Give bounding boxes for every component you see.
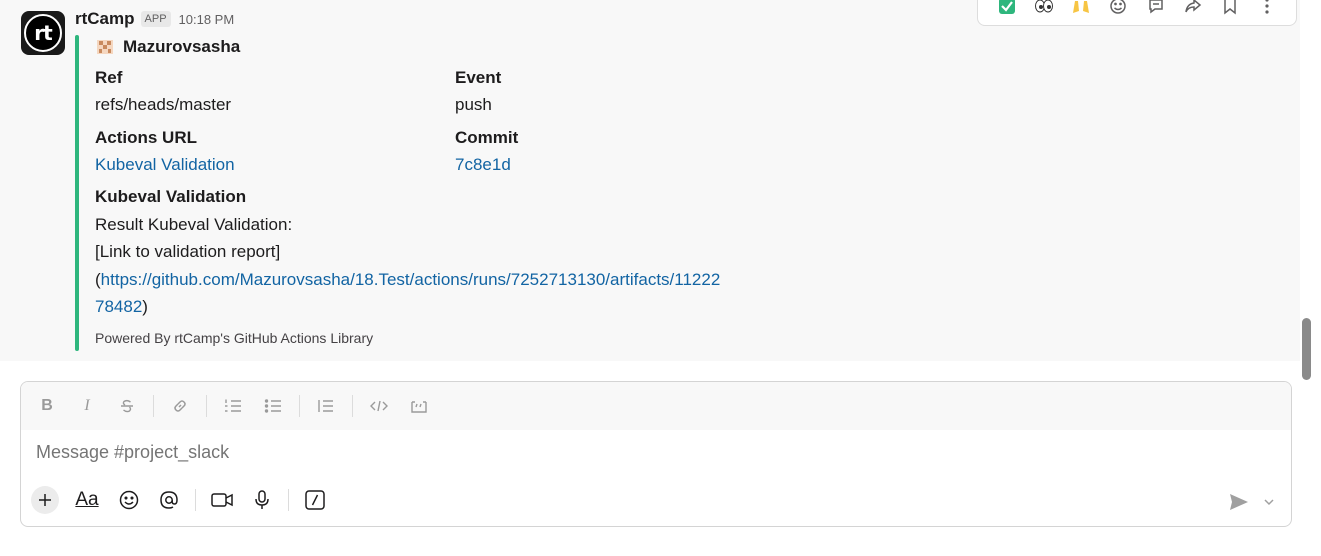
toolbar-divider [206, 395, 207, 417]
field-ref: Ref refs/heads/master [95, 64, 445, 118]
message-list: rt rtCamp APP 10:18 PM Mazurovsasha Ref … [0, 0, 1300, 361]
field-value: refs/heads/master [95, 95, 232, 114]
composer-actions: Aa [31, 486, 341, 514]
attachment-footer: Powered By rtCamp's GitHub Actions Libra… [95, 330, 374, 346]
link-icon[interactable] [166, 392, 194, 420]
report-url-link-cont[interactable]: 78482 [95, 297, 142, 316]
attachment-author: Mazurovsasha [95, 35, 835, 59]
toolbar-divider [153, 395, 154, 417]
field-event: Event push [455, 64, 805, 118]
formatting-toolbar: B I [21, 382, 1291, 430]
bold-icon[interactable]: B [33, 392, 61, 420]
field-value: push [455, 95, 492, 114]
field-label: Event [455, 68, 502, 87]
plus-icon[interactable] [31, 486, 59, 514]
code-icon[interactable] [365, 392, 393, 420]
bookmark-icon[interactable] [1214, 0, 1246, 22]
check-mark-emoji-icon[interactable] [991, 0, 1023, 22]
more-actions-icon[interactable] [1251, 0, 1283, 22]
forward-icon[interactable] [1177, 0, 1209, 22]
text-format-icon[interactable]: Aa [71, 486, 103, 514]
report-url-line: 78482) [95, 293, 835, 321]
attachment: Mazurovsasha Ref refs/heads/master Event… [95, 35, 835, 346]
mention-icon[interactable] [155, 486, 183, 514]
blockquote-icon[interactable] [312, 392, 340, 420]
raised-hands-emoji-icon[interactable] [1065, 0, 1097, 22]
commit-link[interactable]: 7c8e1d [455, 151, 805, 178]
eyes-emoji-icon[interactable] [1028, 0, 1060, 22]
section-title: Kubeval Validation [95, 187, 247, 206]
emoji-icon[interactable] [115, 486, 143, 514]
microphone-icon[interactable] [248, 486, 276, 514]
italic-icon[interactable]: I [73, 392, 101, 420]
author-avatar-icon [95, 37, 115, 57]
toolbar-divider [288, 489, 289, 511]
send-icon[interactable] [1227, 490, 1251, 514]
scrollbar-thumb[interactable] [1302, 318, 1311, 380]
field-actions-url: Actions URL Kubeval Validation [95, 124, 445, 178]
message-composer: B I Aa [20, 381, 1292, 527]
attachment-section: Kubeval Validation Result Kubeval Valida… [95, 183, 835, 321]
avatar-logo: rt [24, 14, 62, 52]
section-text: [Link to validation report] [95, 242, 281, 261]
sender-name[interactable]: rtCamp [75, 9, 135, 29]
bullet-list-icon[interactable] [259, 392, 287, 420]
field-label: Actions URL [95, 128, 197, 147]
report-url-link[interactable]: https://github.com/Mazurovsasha/18.Test/… [101, 270, 721, 289]
field-label: Commit [455, 128, 519, 147]
app-badge: APP [140, 11, 171, 27]
code-block-icon[interactable] [405, 392, 433, 420]
ordered-list-icon[interactable] [219, 392, 247, 420]
field-label: Ref [95, 68, 123, 87]
message-input[interactable] [36, 442, 1216, 463]
section-text: Result Kubeval Validation: [95, 214, 293, 234]
message-timestamp[interactable]: 10:18 PM [179, 12, 235, 27]
strikethrough-icon[interactable] [113, 392, 141, 420]
message-hover-toolbar [977, 0, 1297, 26]
actions-url-link[interactable]: Kubeval Validation [95, 151, 445, 178]
chevron-down-icon[interactable] [1261, 490, 1277, 514]
toolbar-divider [195, 489, 196, 511]
report-url-line: (https://github.com/Mazurovsasha/18.Test… [95, 266, 835, 294]
toolbar-divider [352, 395, 353, 417]
app-avatar[interactable]: rt [21, 11, 65, 55]
attachment-color-bar [75, 35, 79, 351]
field-commit: Commit 7c8e1d [455, 124, 805, 178]
slash-command-icon[interactable] [301, 486, 329, 514]
video-icon[interactable] [208, 486, 236, 514]
reply-in-thread-icon[interactable] [1140, 0, 1172, 22]
add-reaction-icon[interactable] [1102, 0, 1134, 22]
paren-close: ) [142, 297, 148, 316]
author-name: Mazurovsasha [123, 37, 241, 56]
message-header: rtCamp APP 10:18 PM [75, 9, 234, 29]
toolbar-divider [299, 395, 300, 417]
